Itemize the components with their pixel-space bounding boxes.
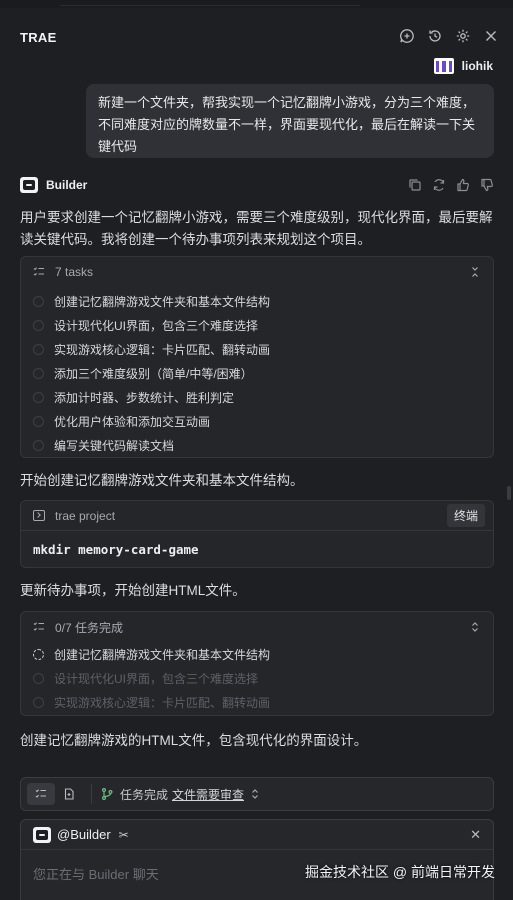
builder-icon — [33, 826, 51, 843]
chevron-up-down-icon[interactable] — [250, 788, 260, 800]
terminal-icon — [33, 510, 45, 521]
new-chat-icon[interactable] — [399, 28, 415, 44]
checklist-icon — [33, 621, 45, 633]
task-status: 任务完成 文件需要审查 — [100, 786, 260, 803]
in-progress-circle-icon — [33, 648, 44, 660]
pending-circle-icon — [33, 696, 44, 708]
tools-icon[interactable]: ✂ — [119, 828, 129, 842]
progress-header[interactable]: 0/7 任务完成 — [21, 612, 493, 642]
gear-icon[interactable] — [455, 28, 471, 44]
thumbs-up-icon[interactable] — [456, 178, 470, 192]
task-list-button[interactable] — [27, 783, 55, 805]
history-icon[interactable] — [427, 28, 443, 44]
todo-item: 添加计时器、步数统计、胜利判定 — [21, 385, 493, 409]
expand-icon[interactable] — [469, 621, 481, 633]
pending-circle-icon — [33, 319, 44, 331]
user-name: liohik — [461, 59, 493, 73]
task-status-text: 任务完成 — [120, 787, 169, 802]
chat-agent-row: @Builder ✂ ✕ — [21, 820, 493, 850]
copy-icon[interactable] — [408, 178, 422, 192]
pending-circle-icon — [33, 415, 44, 427]
remove-agent-icon[interactable]: ✕ — [470, 827, 481, 843]
progress-panel: 0/7 任务完成 创建记忆翻牌游戏文件夹和基本文件结构 设计现代化UI界面，包含… — [20, 611, 494, 716]
terminal-panel: trae project 终端 mkdir memory-card-game — [20, 500, 494, 568]
pending-circle-icon — [33, 367, 44, 379]
progress-item: 创建记忆翻牌游戏文件夹和基本文件结构 — [21, 642, 493, 666]
git-branch-icon — [100, 787, 114, 801]
close-icon[interactable] — [483, 28, 499, 44]
chat-input[interactable]: 您正在与 Builder 聊天 — [33, 864, 159, 883]
divider — [91, 784, 92, 804]
todo-count: 7 tasks — [55, 265, 94, 279]
avatar — [433, 58, 454, 74]
panel-header: TRAE — [0, 22, 513, 52]
retry-icon[interactable] — [432, 178, 446, 192]
todo-item: 实现游戏核心逻辑：卡片匹配、翻转动画 — [21, 337, 493, 361]
scrollbar[interactable] — [507, 486, 511, 500]
agent-mention[interactable]: @Builder — [57, 827, 111, 842]
chat-input-box: @Builder ✂ ✕ 您正在与 Builder 聊天 — [20, 819, 494, 900]
checklist-icon — [33, 266, 45, 278]
progress-item: 设计现代化UI界面，包含三个难度选择 — [21, 666, 493, 690]
todo-item: 创建记忆翻牌游戏文件夹和基本文件结构 — [21, 289, 493, 313]
file-button[interactable] — [55, 783, 83, 805]
assistant-message-header: Builder — [20, 175, 494, 195]
pending-circle-icon — [33, 343, 44, 355]
todo-item: 设计现代化UI界面，包含三个难度选择 — [21, 313, 493, 337]
user-message-header: liohik — [433, 58, 493, 74]
step-text-1: 开始创建记忆翻牌游戏文件夹和基本文件结构。 — [20, 473, 304, 488]
terminal-label: trae project — [55, 508, 116, 523]
collapse-icon[interactable] — [469, 266, 481, 278]
assistant-intro-text: 用户要求创建一个记忆翻牌小游戏，需要三个难度级别，现代化界面，最后要解读关键代码… — [20, 210, 493, 247]
terminal-command: mkdir memory-card-game — [33, 541, 199, 557]
builder-icon — [20, 177, 38, 193]
progress-count: 0/7 任务完成 — [55, 620, 124, 635]
todo-item: 添加三个难度级别（简单/中等/困难） — [21, 361, 493, 385]
top-strip — [0, 0, 513, 8]
tab-strip — [60, 0, 360, 6]
pending-circle-icon — [33, 295, 44, 307]
step-text-3: 创建记忆翻牌游戏的HTML文件，包含现代化的界面设计。 — [20, 733, 368, 748]
progress-item: 实现游戏核心逻辑：卡片匹配、翻转动画 — [21, 690, 493, 714]
step-text-2: 更新待办事项，开始创建HTML文件。 — [20, 583, 246, 598]
watermark: 掘金技术社区 @ 前端日常开发 — [305, 864, 495, 880]
todo-item: 编写关键代码解读文档 — [21, 433, 493, 457]
todo-list-header[interactable]: 7 tasks — [21, 257, 493, 287]
terminal-header: trae project 终端 — [21, 501, 493, 531]
review-files-link[interactable]: 文件需要审查 — [172, 786, 244, 803]
pending-circle-icon — [33, 439, 44, 451]
user-message: 新建一个文件夹，帮我实现一个记忆翻牌小游戏，分为三个难度，不同难度对应的牌数量不… — [86, 84, 494, 158]
pending-circle-icon — [33, 672, 44, 684]
open-terminal-button[interactable]: 终端 — [446, 504, 485, 527]
pending-circle-icon — [33, 391, 44, 403]
todo-list-panel: 7 tasks 创建记忆翻牌游戏文件夹和基本文件结构 设计现代化UI界面，包含三… — [20, 256, 494, 458]
assistant-name: Builder — [46, 178, 88, 192]
todo-item: 优化用户体验和添加交互动画 — [21, 409, 493, 433]
app-title: TRAE — [20, 30, 57, 45]
thumbs-down-icon[interactable] — [480, 178, 494, 192]
chat-toolbar: 任务完成 文件需要审查 — [20, 777, 494, 811]
